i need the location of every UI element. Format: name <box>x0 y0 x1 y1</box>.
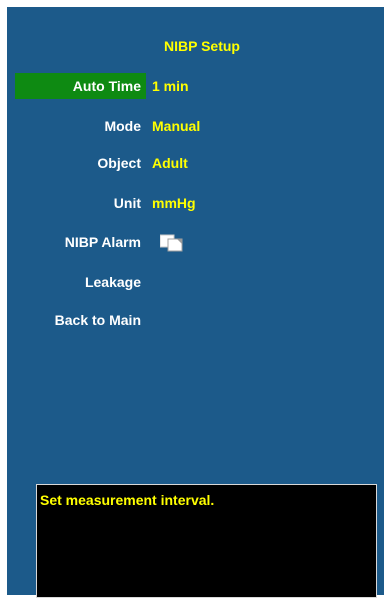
alarm-settings-icon[interactable] <box>160 233 192 253</box>
menu-item-back-to-main[interactable]: Back to Main <box>15 307 375 333</box>
menu-item-unit[interactable]: Unit mmHg <box>15 190 375 216</box>
menu-item-object[interactable]: Object Adult <box>15 150 375 176</box>
mode-label[interactable]: Mode <box>15 113 146 139</box>
object-value: Adult <box>152 155 188 171</box>
back-to-main-label[interactable]: Back to Main <box>15 307 146 333</box>
menu-item-leakage[interactable]: Leakage <box>15 269 375 295</box>
unit-value: mmHg <box>152 195 196 211</box>
object-label[interactable]: Object <box>15 150 146 176</box>
unit-label[interactable]: Unit <box>15 190 146 216</box>
help-message-text: Set measurement interval. <box>40 492 215 508</box>
menu-title: NIBP Setup <box>164 38 240 54</box>
menu-item-auto-time[interactable]: Auto Time 1 min <box>15 73 375 99</box>
help-message-box: Set measurement interval. <box>36 484 377 598</box>
leakage-label[interactable]: Leakage <box>15 269 146 295</box>
auto-time-value: 1 min <box>152 78 189 94</box>
menu-item-mode[interactable]: Mode Manual <box>15 113 375 139</box>
nibp-setup-panel: NIBP Setup Auto Time 1 min Mode Manual O… <box>7 7 384 598</box>
nibp-alarm-label[interactable]: NIBP Alarm <box>15 229 146 255</box>
mode-value: Manual <box>152 118 201 134</box>
auto-time-label[interactable]: Auto Time <box>15 73 146 99</box>
menu-item-nibp-alarm[interactable]: NIBP Alarm <box>15 229 375 255</box>
